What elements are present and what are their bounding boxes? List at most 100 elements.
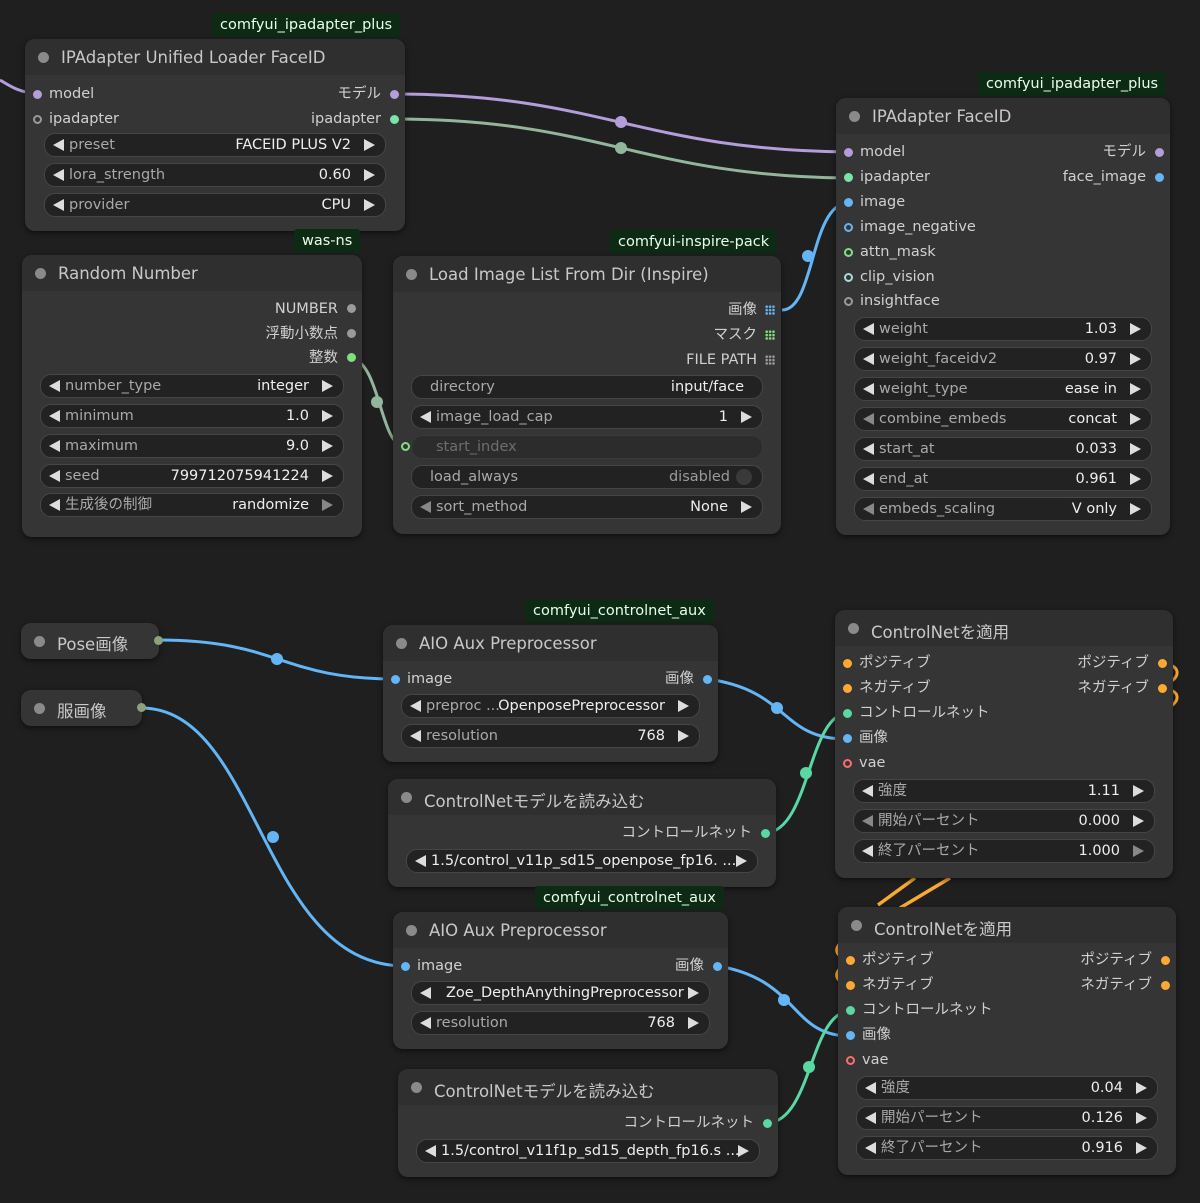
decrement-arrow-icon[interactable] (862, 815, 873, 827)
output-slot-negative[interactable] (1158, 684, 1167, 693)
input-slot-positive[interactable] (843, 659, 852, 668)
node-header[interactable]: IPAdapter Unified Loader FaceID (25, 39, 405, 75)
node-controlnet-loader-2[interactable]: ControlNetモデルを読み込む コントロールネット 1.5/control… (398, 1069, 778, 1177)
input-slot-image[interactable] (391, 675, 400, 684)
node-aio-aux-preprocessor-2[interactable]: AIO Aux Preprocessor image 画像 Zoe_DepthA… (393, 912, 728, 1049)
input-slot-ipadapter[interactable] (33, 115, 42, 124)
increment-arrow-icon[interactable] (1133, 845, 1144, 857)
increment-arrow-icon[interactable] (1133, 785, 1144, 797)
collapse-dot-icon[interactable] (396, 638, 407, 649)
increment-arrow-icon[interactable] (741, 411, 752, 423)
widget-controlnet-model[interactable]: 1.5/control_v11f1p_sd15_depth_fp16.s ... (416, 1139, 760, 1163)
decrement-arrow-icon[interactable] (862, 785, 873, 797)
decrement-arrow-icon[interactable] (49, 499, 60, 511)
widget-controlnet-model[interactable]: 1.5/control_v11p_sd15_openpose_fp16. ... (406, 849, 758, 873)
decrement-arrow-icon[interactable] (862, 845, 873, 857)
collapse-dot-icon[interactable] (34, 636, 45, 647)
decrement-arrow-icon[interactable] (865, 1112, 876, 1124)
increment-arrow-icon[interactable] (322, 499, 333, 511)
collapse-dot-icon[interactable] (401, 792, 412, 803)
increment-arrow-icon[interactable] (1130, 383, 1141, 395)
output-slot-float[interactable] (347, 329, 356, 338)
input-slot-image-negative[interactable] (844, 223, 853, 232)
output-slot-number[interactable] (347, 304, 356, 313)
widget-provider[interactable]: provider CPU (44, 193, 386, 217)
increment-arrow-icon[interactable] (741, 501, 752, 513)
increment-arrow-icon[interactable] (678, 700, 689, 712)
widget-strength[interactable]: 強度 0.04 (856, 1076, 1158, 1100)
decrement-arrow-icon[interactable] (865, 1082, 876, 1094)
output-slot-model[interactable] (390, 90, 399, 99)
decrement-arrow-icon[interactable] (863, 413, 874, 425)
collapse-dot-icon[interactable] (406, 925, 417, 936)
decrement-arrow-icon[interactable] (49, 410, 60, 422)
node-apply-controlnet-2[interactable]: ControlNetを適用 ポジティブ ネガティブ コントロールネット 画像 v… (838, 907, 1176, 1175)
widget-load-always[interactable]: load_always disabled (411, 465, 763, 489)
increment-arrow-icon[interactable] (688, 987, 699, 999)
list-output-slot-icon[interactable] (765, 330, 775, 340)
widget-weight[interactable]: weight 1.03 (854, 317, 1152, 341)
widget-directory[interactable]: directory input/face (411, 375, 763, 399)
output-slot-image[interactable] (154, 636, 163, 645)
decrement-arrow-icon[interactable] (420, 411, 431, 423)
widget-strength[interactable]: 強度 1.11 (853, 779, 1155, 803)
input-slot-attn-mask[interactable] (844, 248, 853, 257)
widget-start-percent[interactable]: 開始パーセント 0.000 (853, 809, 1155, 833)
increment-arrow-icon[interactable] (364, 199, 375, 211)
output-slot-image[interactable] (713, 962, 722, 971)
increment-arrow-icon[interactable] (1133, 815, 1144, 827)
increment-arrow-icon[interactable] (1130, 413, 1141, 425)
input-slot-image[interactable] (846, 1031, 855, 1040)
input-slot-positive[interactable] (846, 956, 855, 965)
node-clothes-image-collapsed[interactable]: 服画像 (21, 690, 146, 726)
widget-lora-strength[interactable]: lora_strength 0.60 (44, 163, 386, 187)
widget-minimum[interactable]: minimum 1.0 (40, 404, 344, 428)
input-slot-ipadapter[interactable] (844, 173, 853, 182)
output-slot-negative[interactable] (1161, 981, 1170, 990)
increment-arrow-icon[interactable] (1136, 1142, 1147, 1154)
decrement-arrow-icon[interactable] (420, 1017, 431, 1029)
widget-resolution[interactable]: resolution 768 (411, 1011, 710, 1035)
decrement-arrow-icon[interactable] (863, 383, 874, 395)
node-header[interactable]: ControlNetモデルを読み込む (388, 779, 776, 815)
increment-arrow-icon[interactable] (1130, 473, 1141, 485)
decrement-arrow-icon[interactable] (53, 139, 64, 151)
widget-control-after-generate[interactable]: 生成後の制御 randomize (40, 493, 344, 517)
decrement-arrow-icon[interactable] (863, 443, 874, 455)
node-header[interactable]: IPAdapter FaceID (836, 98, 1170, 134)
input-slot-model[interactable] (844, 148, 853, 157)
node-header[interactable]: ControlNetを適用 (835, 610, 1173, 646)
input-slot-insightface[interactable] (844, 297, 853, 306)
increment-arrow-icon[interactable] (1130, 503, 1141, 515)
widget-preprocessor[interactable]: Zoe_DepthAnythingPreprocessor (411, 981, 710, 1005)
decrement-arrow-icon[interactable] (410, 730, 421, 742)
widget-image-load-cap[interactable]: image_load_cap 1 (411, 405, 763, 429)
decrement-arrow-icon[interactable] (420, 987, 431, 999)
widget-preset[interactable]: preset FACEID PLUS V2 (44, 133, 386, 157)
node-apply-controlnet-1[interactable]: ControlNetを適用 ポジティブ ネガティブ コントロールネット 画像 v… (835, 610, 1173, 878)
node-ipadapter-unified-loader[interactable]: IPAdapter Unified Loader FaceID model ip… (25, 39, 405, 231)
list-output-slot-icon[interactable] (765, 355, 775, 365)
input-slot-image[interactable] (844, 198, 853, 207)
node-aio-aux-preprocessor-1[interactable]: AIO Aux Preprocessor image 画像 preproc ..… (383, 625, 718, 762)
input-slot-image[interactable] (401, 962, 410, 971)
decrement-arrow-icon[interactable] (863, 473, 874, 485)
output-slot-positive[interactable] (1158, 659, 1167, 668)
widget-end-at[interactable]: end_at 0.961 (854, 467, 1152, 491)
collapse-dot-icon[interactable] (851, 920, 862, 931)
decrement-arrow-icon[interactable] (53, 199, 64, 211)
collapse-dot-icon[interactable] (848, 623, 859, 634)
output-slot-model[interactable] (1155, 148, 1164, 157)
node-header[interactable]: Random Number (22, 255, 362, 291)
collapse-dot-icon[interactable] (38, 52, 49, 63)
decrement-arrow-icon[interactable] (425, 1145, 436, 1157)
decrement-arrow-icon[interactable] (49, 470, 60, 482)
node-header[interactable]: AIO Aux Preprocessor (383, 625, 718, 661)
node-header[interactable]: ControlNetを適用 (838, 907, 1176, 943)
output-slot-image[interactable] (137, 703, 146, 712)
increment-arrow-icon[interactable] (364, 139, 375, 151)
collapse-dot-icon[interactable] (411, 1082, 422, 1093)
increment-arrow-icon[interactable] (364, 169, 375, 181)
widget-end-percent[interactable]: 終了パーセント 0.916 (856, 1136, 1158, 1160)
input-slot-negative[interactable] (843, 684, 852, 693)
